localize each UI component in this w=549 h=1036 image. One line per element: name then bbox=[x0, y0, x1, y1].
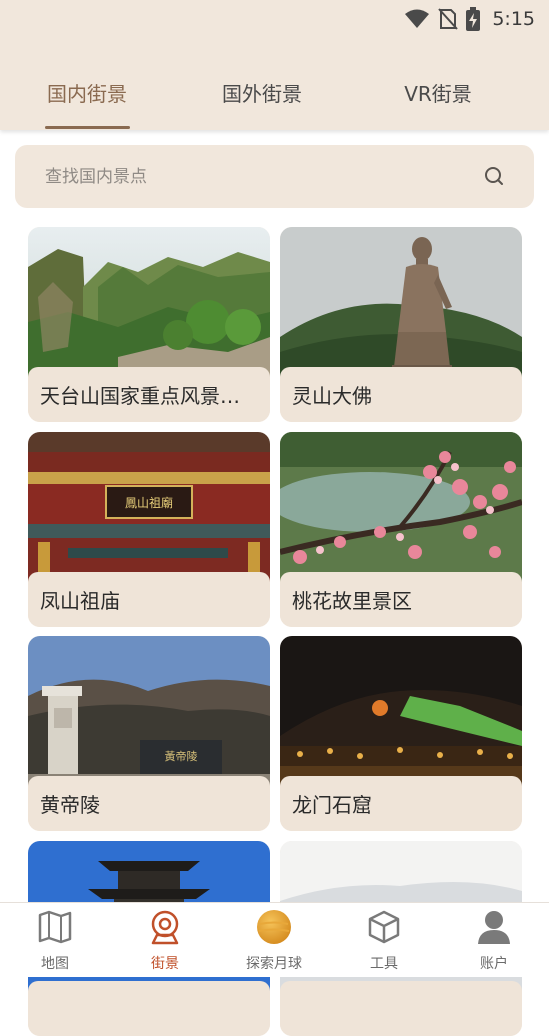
status-time: 5:15 bbox=[492, 8, 535, 30]
nav-tools[interactable]: 工具 bbox=[329, 903, 439, 977]
street-view-icon bbox=[151, 910, 179, 945]
scenic-card-caption bbox=[28, 981, 270, 1036]
search-icon[interactable] bbox=[483, 165, 507, 189]
nav-label: 账户 bbox=[480, 956, 508, 972]
svg-text:黃帝陵: 黃帝陵 bbox=[165, 749, 198, 763]
nav-label: 探索月球 bbox=[246, 956, 302, 972]
tab-vr-street-view[interactable]: VR街景 bbox=[404, 78, 472, 107]
scenic-card-longmen-grottoes[interactable]: 龙门石窟 bbox=[280, 636, 522, 831]
scenic-card-title: 天台山国家重点风景名胜区 bbox=[40, 384, 258, 408]
scenic-photo bbox=[280, 432, 522, 582]
scenic-photo bbox=[28, 227, 270, 377]
bottom-navigation: 地图 街景 探索月球 工具 账户 bbox=[0, 902, 549, 977]
nav-explore-moon[interactable]: 探索月球 bbox=[219, 903, 329, 977]
scenic-photo: 黃帝陵 bbox=[28, 636, 270, 786]
moon-icon bbox=[257, 910, 291, 944]
scenic-card-taohua-guli[interactable]: 桃花故里景区 bbox=[280, 432, 522, 627]
scenic-card-title: 灵山大佛 bbox=[292, 384, 372, 408]
tab-bar: 国内街景 国外街景 VR街景 bbox=[0, 70, 549, 130]
wifi-icon bbox=[405, 9, 430, 28]
search-input[interactable] bbox=[45, 145, 445, 208]
user-icon bbox=[478, 911, 510, 944]
scenic-card-caption: 天台山国家重点风景名胜区 bbox=[28, 367, 270, 422]
scenic-card-caption: 黄帝陵 bbox=[28, 776, 270, 831]
scenic-card-caption: 凤山祖庙 bbox=[28, 572, 270, 627]
status-bar: 5:15 bbox=[404, 6, 535, 32]
map-icon bbox=[38, 910, 72, 944]
nav-street-view[interactable]: 街景 bbox=[110, 903, 220, 977]
search-bar bbox=[15, 145, 534, 208]
nav-label: 地图 bbox=[41, 956, 69, 972]
scenic-card-lingshan-buddha[interactable]: 灵山大佛 bbox=[280, 227, 522, 422]
scenic-card-title: 黄帝陵 bbox=[40, 793, 100, 817]
scenic-photo bbox=[280, 636, 522, 786]
battery-charging-icon bbox=[466, 7, 481, 31]
scenic-card-tiantaishan[interactable]: 天台山国家重点风景名胜区 bbox=[28, 227, 270, 422]
active-tab-indicator bbox=[45, 126, 130, 129]
scenic-card-title: 龙门石窟 bbox=[292, 793, 372, 817]
scenic-card-caption: 灵山大佛 bbox=[280, 367, 522, 422]
nav-label: 街景 bbox=[151, 956, 179, 972]
nav-map[interactable]: 地图 bbox=[0, 903, 110, 977]
app-header: 5:15 国内街景 国外街景 VR街景 bbox=[0, 0, 549, 130]
svg-text:鳳山祖廟: 鳳山祖廟 bbox=[125, 495, 173, 510]
scenic-card-caption: 桃花故里景区 bbox=[280, 572, 522, 627]
scenic-card-caption bbox=[280, 981, 522, 1036]
no-sim-icon bbox=[438, 8, 459, 30]
scenic-photo: 鳳山祖廟 bbox=[28, 432, 270, 582]
cube-icon bbox=[368, 910, 400, 944]
scenic-card-caption: 龙门石窟 bbox=[280, 776, 522, 831]
scenic-card-title: 桃花故里景区 bbox=[292, 589, 412, 613]
tab-overseas-street-view[interactable]: 国外街景 bbox=[222, 78, 302, 107]
tab-domestic-street-view[interactable]: 国内街景 bbox=[47, 78, 127, 107]
scenic-photo bbox=[280, 227, 522, 377]
scenic-card-title: 凤山祖庙 bbox=[40, 589, 120, 613]
nav-account[interactable]: 账户 bbox=[439, 903, 549, 977]
scenic-card-huangdi-mausoleum[interactable]: 黃帝陵 黄帝陵 bbox=[28, 636, 270, 831]
nav-label: 工具 bbox=[370, 956, 398, 972]
scenic-card-fengshan-temple[interactable]: 鳳山祖廟 凤山祖庙 bbox=[28, 432, 270, 627]
